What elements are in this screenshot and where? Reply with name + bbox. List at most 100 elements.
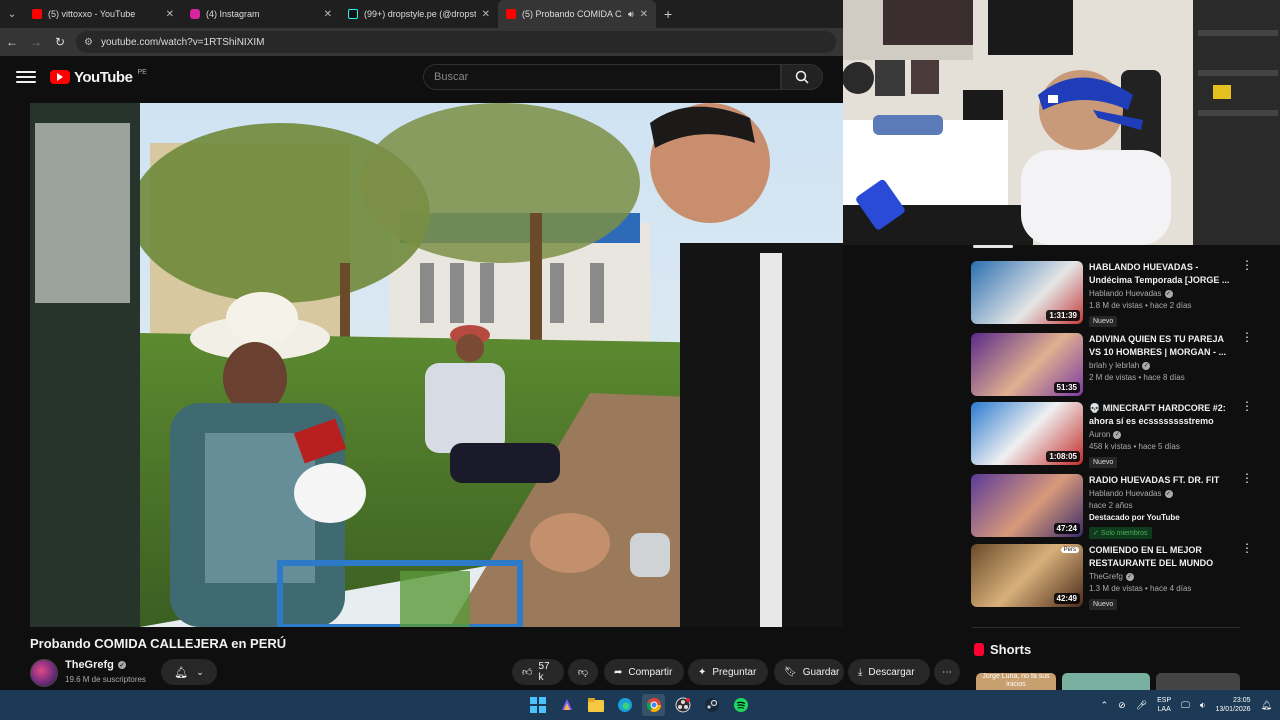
short-thumbnail[interactable]	[1156, 673, 1240, 690]
audio-playing-icon[interactable]: 🔊︎	[628, 9, 634, 20]
menu-icon[interactable]	[16, 71, 36, 83]
language-indicator[interactable]: ESP LAA	[1157, 696, 1171, 714]
more-actions-button[interactable]: ⋯	[934, 659, 960, 685]
share-label: Compartir	[628, 666, 673, 678]
new-tab-button[interactable]: +	[656, 6, 680, 22]
ask-label: Preguntar	[712, 666, 757, 678]
video-thumbnail[interactable]: 1:08:05	[971, 402, 1083, 465]
edge-icon[interactable]	[613, 694, 636, 716]
video-actions-row: TheGrefg ✓ 19.6 M de suscriptores 🔔︎ ⌄ 👍…	[30, 657, 960, 689]
video-thumbnail[interactable]: 1:31:39	[971, 261, 1083, 324]
browser-tab-tiktok[interactable]: (99+) dropstyle.pe (@dropstyle ✕	[340, 0, 498, 28]
search-input[interactable]: Buscar	[423, 64, 781, 90]
tab-title: (5) Probando COMIDA CAL	[522, 9, 622, 19]
thumbs-up-icon: 👍︎	[522, 667, 533, 678]
recommended-video[interactable]: 1:08:05 💀 MINECRAFT HARDCORE #2: ahora s…	[971, 400, 1271, 468]
more-vertical-icon[interactable]: ⋮	[1241, 331, 1253, 343]
channel-avatar[interactable]	[30, 659, 58, 687]
monitor-icon[interactable]: 🖵︎	[1181, 700, 1190, 711]
ask-button[interactable]: ✦ Preguntar	[688, 659, 768, 685]
logo-text: YouTube	[74, 68, 133, 86]
short-caption: Jorge Luna, no fa sus inicios	[982, 673, 1050, 688]
start-icon[interactable]	[526, 694, 549, 716]
dislike-button[interactable]: 👎︎	[568, 659, 598, 685]
copilot-icon[interactable]	[555, 694, 578, 716]
browser-tab-active-video[interactable]: (5) Probando COMIDA CAL 🔊︎ ✕	[498, 0, 656, 28]
notifications-button[interactable]: 🔔︎ ⌄	[161, 659, 217, 685]
search-button[interactable]	[781, 64, 823, 90]
recommended-video[interactable]: 1:31:39 HABLANDO HUEVADAS - Undécima Tem…	[971, 259, 1271, 327]
recommended-title[interactable]: 💀 MINECRAFT HARDCORE #2: ahora sí es ecs…	[1089, 402, 1237, 428]
recommended-meta: hace 2 años	[1089, 501, 1133, 510]
recommended-video[interactable]: 47:24 RADIO HUEVADAS FT. DR. FIT Habland…	[971, 472, 1271, 544]
tab-search-chevron-icon[interactable]: ⌄	[0, 0, 24, 28]
video-thumbnail[interactable]: 47:24	[971, 474, 1083, 537]
reload-icon[interactable]: ↻	[48, 28, 72, 56]
forward-icon[interactable]: →	[24, 28, 48, 56]
chrome-icon[interactable]	[642, 694, 665, 716]
close-tab-icon[interactable]: ✕	[324, 9, 332, 20]
recommended-title[interactable]: COMIENDO EN EL MEJOR RESTAURANTE DEL MUN…	[1089, 544, 1237, 570]
video-thumbnail[interactable]: 51:35	[971, 333, 1083, 396]
youtube-masthead: YouTube PE Buscar	[0, 56, 843, 98]
steam-icon[interactable]	[700, 694, 723, 716]
windows-taskbar: ⌃ ⊘ 🎤︎ ESP LAA 🖵︎ 🔉︎ 23:05 13/01/2026 🔔︎	[0, 690, 1280, 720]
tab-title: (99+) dropstyle.pe (@dropstyle	[364, 9, 476, 19]
search-placeholder: Buscar	[434, 71, 469, 83]
members-label: Solo miembros	[1100, 530, 1148, 537]
recommended-title[interactable]: HABLANDO HUEVADAS - Undécima Temporada […	[1089, 261, 1237, 287]
more-vertical-icon[interactable]: ⋮	[1241, 472, 1253, 484]
obs-icon[interactable]	[671, 694, 694, 716]
microphone-icon[interactable]: 🎤︎	[1136, 700, 1147, 711]
close-tab-icon[interactable]: ✕	[166, 9, 174, 20]
more-vertical-icon[interactable]: ⋮	[1241, 542, 1253, 554]
share-button[interactable]: ➦ Compartir	[604, 659, 684, 685]
back-icon[interactable]: ←	[0, 28, 24, 56]
download-button[interactable]: ⤓ Descargar	[848, 659, 930, 685]
close-tab-icon[interactable]: ✕	[640, 9, 648, 20]
recommended-title[interactable]: ADIVINA QUIEN ES TU PAREJA VS 10 HOMBRES…	[1089, 333, 1237, 359]
like-button[interactable]: 👍︎ 57 k	[512, 659, 564, 685]
short-thumbnail[interactable]: Jorge Luna, no fa sus inicios	[976, 673, 1056, 690]
recommended-title[interactable]: RADIO HUEVADAS FT. DR. FIT	[1089, 474, 1237, 487]
recommended-channel[interactable]: Auron	[1089, 430, 1110, 439]
recommended-video[interactable]: Pers 42:49 COMIENDO EN EL MEJOR RESTAURA…	[971, 542, 1271, 610]
browser-tab-strip: ⌄ (5) vittoxxo - YouTube ✕ (4) Instagram…	[0, 0, 843, 28]
clock[interactable]: 23:05 13/01/2026	[1216, 696, 1251, 714]
network-off-icon[interactable]: ⊘	[1118, 700, 1126, 711]
tab-title: (5) vittoxxo - YouTube	[48, 9, 136, 19]
video-thumbnail[interactable]: Pers 42:49	[971, 544, 1083, 607]
browser-tab-youtube-vittoxxo[interactable]: (5) vittoxxo - YouTube ✕	[24, 0, 182, 28]
youtube-logo[interactable]: YouTube PE	[50, 69, 147, 86]
recommended-channel[interactable]: TheGrefg	[1089, 572, 1123, 581]
channel-name: TheGrefg	[65, 659, 114, 671]
site-info-icon[interactable]: ⚙︎	[84, 37, 93, 48]
spotify-icon[interactable]	[729, 694, 752, 716]
recommended-channel[interactable]: brlah y lebrlah	[1089, 361, 1139, 370]
video-duration: 1:31:39	[1046, 310, 1080, 321]
recommended-meta: 458 k vistas • hace 5 días	[1089, 442, 1180, 451]
chevron-up-icon[interactable]: ⌃	[1101, 700, 1109, 711]
screen: ⌄ (5) vittoxxo - YouTube ✕ (4) Instagram…	[0, 0, 1280, 720]
notifications-icon[interactable]: 🔔︎	[1261, 700, 1272, 711]
recommended-channel[interactable]: Hablando Huevadas	[1089, 489, 1162, 498]
video-player[interactable]	[30, 103, 843, 627]
browser-tab-instagram[interactable]: (4) Instagram ✕	[182, 0, 340, 28]
more-vertical-icon[interactable]: ⋮	[1241, 400, 1253, 412]
file-explorer-icon[interactable]	[584, 694, 607, 716]
clock-time: 23:05	[1233, 697, 1251, 704]
channel-name-link[interactable]: TheGrefg ✓	[65, 659, 126, 671]
close-tab-icon[interactable]: ✕	[482, 9, 490, 20]
recommended-channel[interactable]: Hablando Huevadas	[1089, 289, 1162, 298]
system-tray: ⌃ ⊘ 🎤︎ ESP LAA 🖵︎ 🔉︎ 23:05 13/01/2026 🔔︎	[1101, 690, 1272, 720]
more-vertical-icon[interactable]: ⋮	[1241, 259, 1253, 271]
bookmark-icon: 🔖︎	[784, 666, 797, 678]
recommended-video[interactable]: 51:35 ADIVINA QUIEN ES TU PAREJA VS 10 H…	[971, 331, 1271, 399]
verified-icon: ✓	[1125, 572, 1134, 581]
save-button[interactable]: 🔖︎ Guardar	[774, 659, 844, 685]
short-thumbnail[interactable]	[1062, 673, 1150, 690]
chip-underline	[973, 245, 1013, 248]
address-bar[interactable]: ⚙︎ youtube.com/watch?v=1RTShiNIXIM	[76, 31, 836, 53]
verified-icon: ✓	[1164, 289, 1173, 298]
volume-icon[interactable]: 🔉︎	[1200, 700, 1206, 711]
